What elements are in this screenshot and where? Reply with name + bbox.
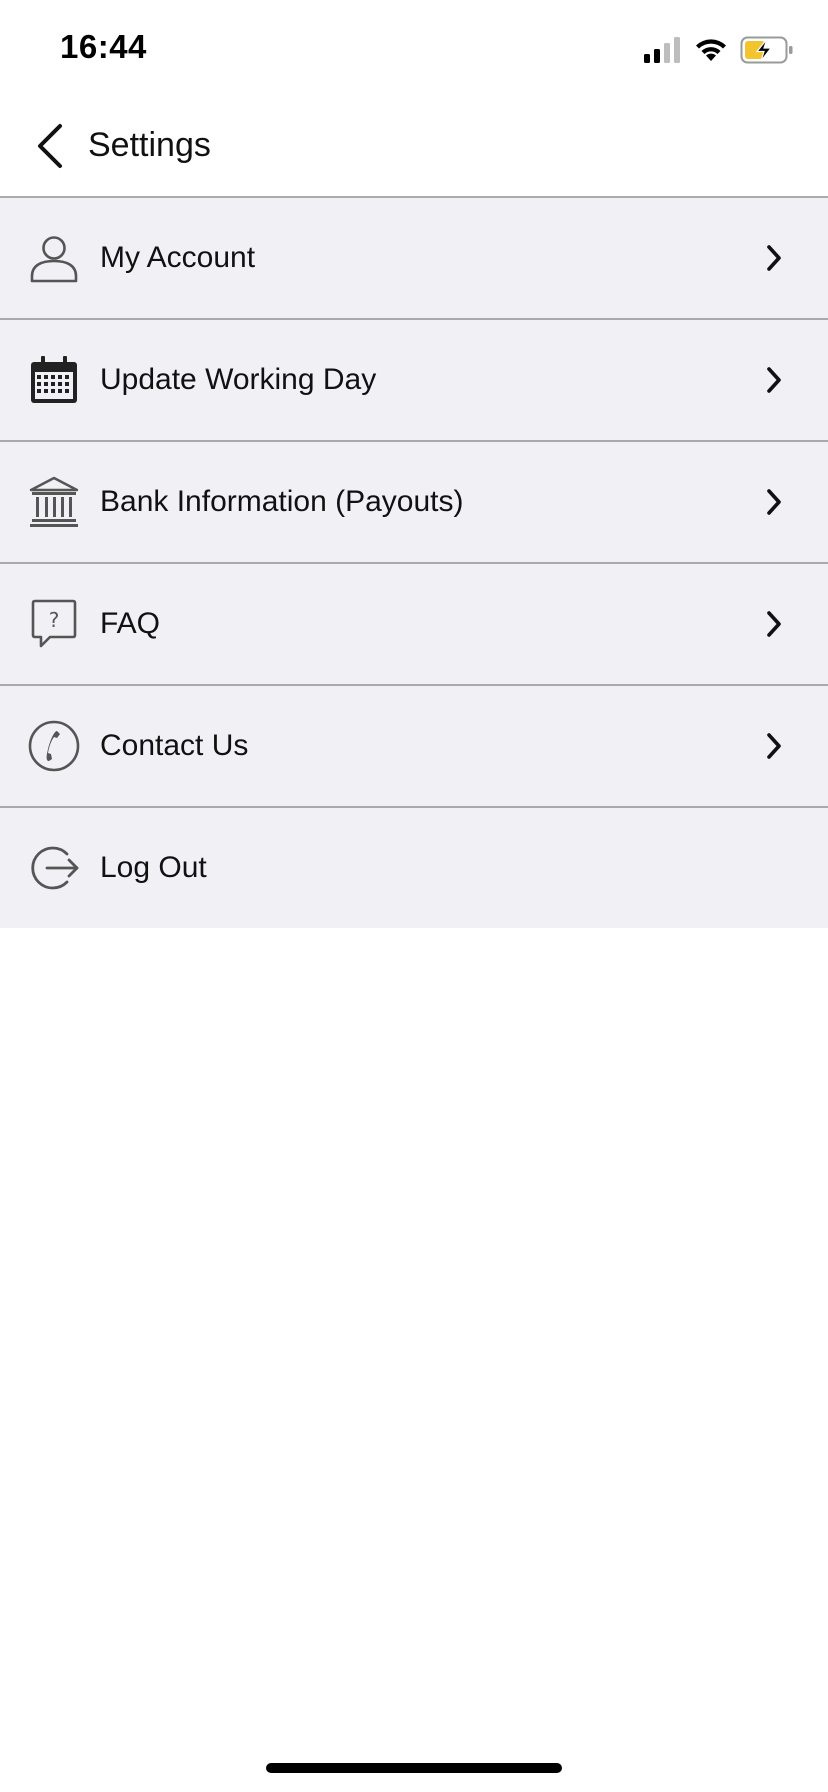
settings-item-contact-us[interactable]: Contact Us (0, 686, 828, 808)
back-button[interactable] (22, 120, 78, 176)
settings-item-label: My Account (100, 241, 256, 274)
settings-item-label: Update Working Day (100, 363, 377, 396)
chevron-right-icon (760, 728, 788, 764)
chevron-right-icon (760, 606, 788, 642)
question-bubble-icon: ? (26, 596, 82, 652)
phone-icon (26, 718, 82, 774)
settings-item-label: Bank Information (Payouts) (100, 485, 464, 518)
chevron-left-icon (35, 123, 65, 174)
status-time: 16:44 (60, 28, 147, 65)
settings-item-log-out[interactable]: Log Out (0, 808, 828, 928)
settings-item-update-working-day[interactable]: Update Working Day (0, 320, 828, 442)
bank-icon (26, 474, 82, 530)
settings-list: My Account Update Working Day Bank Infor… (0, 198, 828, 928)
settings-item-label: Log Out (100, 851, 207, 884)
page-title: Settings (88, 126, 211, 164)
status-bar: 16:44 (0, 0, 828, 100)
settings-item-bank-information[interactable]: Bank Information (Payouts) (0, 442, 828, 564)
home-indicator[interactable] (266, 1763, 562, 1773)
user-icon (26, 230, 82, 286)
logout-icon (26, 840, 82, 896)
settings-item-faq[interactable]: ? FAQ (0, 564, 828, 686)
battery-charging-icon (740, 36, 794, 64)
settings-item-label: Contact Us (100, 729, 249, 762)
navigation-header: Settings (0, 100, 828, 198)
status-icons (644, 34, 794, 66)
chevron-right-icon (760, 484, 788, 520)
chevron-right-icon (760, 362, 788, 398)
svg-text:?: ? (49, 608, 60, 632)
chevron-right-icon (760, 240, 788, 276)
calendar-icon (26, 352, 82, 408)
settings-item-label: FAQ (100, 607, 161, 640)
cellular-signal-icon (644, 37, 682, 63)
settings-item-my-account[interactable]: My Account (0, 198, 828, 320)
wifi-icon (694, 37, 728, 63)
